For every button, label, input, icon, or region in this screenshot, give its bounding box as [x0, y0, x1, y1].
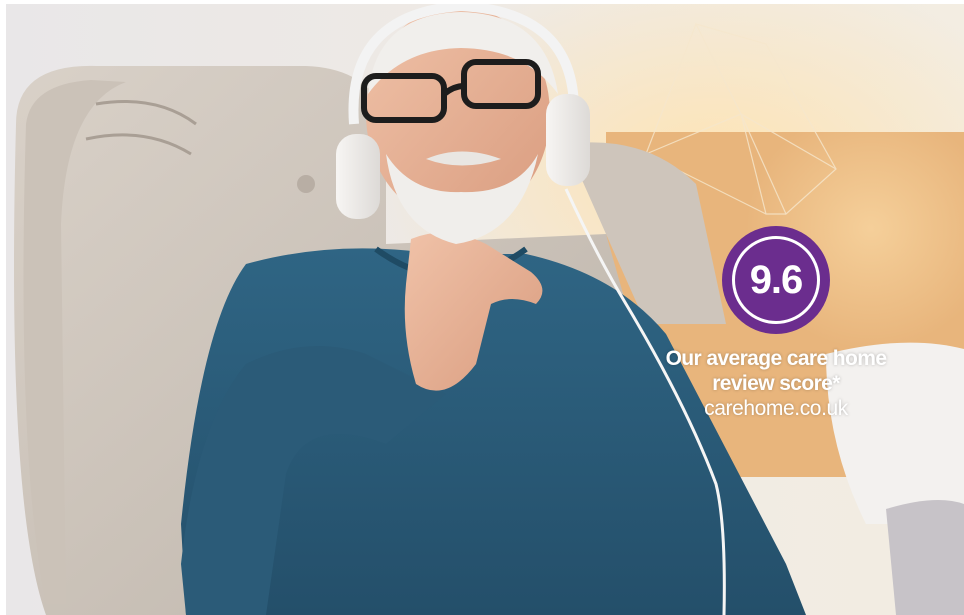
source-site: carehome.co.uk: [704, 397, 848, 420]
review-score-overlay: 9.6 Our average care home review score* …: [606, 226, 946, 421]
caption-line-2: review score*: [712, 372, 840, 395]
caption-line-1: Our average care home: [665, 347, 887, 370]
score-value: 9.6: [749, 258, 804, 302]
score-caption: Our average care home review score* care…: [606, 346, 946, 421]
hero-image-frame: 9.6 Our average care home review score* …: [6, 4, 964, 615]
score-badge: 9.6: [722, 226, 830, 334]
